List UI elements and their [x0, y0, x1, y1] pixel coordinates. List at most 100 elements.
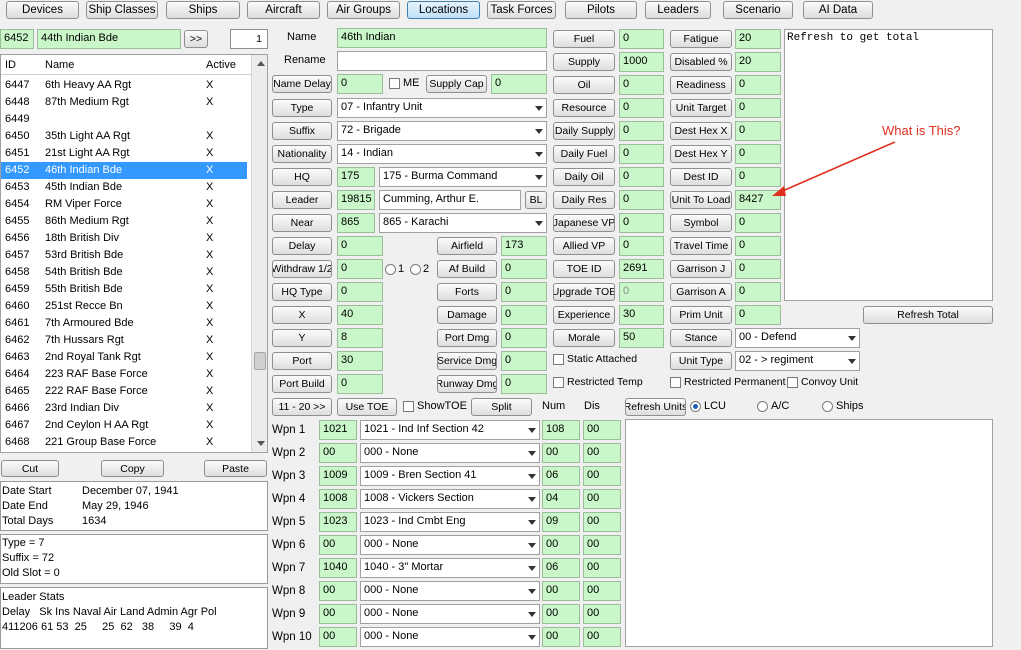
- garrison-j-field[interactable]: 0: [735, 259, 781, 279]
- experience-field[interactable]: 30: [619, 305, 664, 325]
- weapon-dis-field[interactable]: 00: [583, 443, 621, 463]
- port-build-button[interactable]: Port Build: [272, 375, 332, 393]
- hq-field[interactable]: 175: [337, 167, 375, 187]
- nationality-button[interactable]: Nationality: [272, 145, 332, 163]
- supply-cap-field[interactable]: 0: [491, 74, 547, 94]
- type-select[interactable]: 07 - Infantry Unit: [337, 98, 547, 118]
- withdraw-radio-1[interactable]: [385, 264, 396, 275]
- daily-res-button[interactable]: Daily Res: [553, 191, 615, 209]
- refresh-units-button[interactable]: Refresh Units: [625, 398, 686, 416]
- refresh-total-button[interactable]: Refresh Total: [863, 306, 993, 324]
- disabled--button[interactable]: Disabled %: [670, 53, 732, 71]
- weapon-select[interactable]: 1023 - Ind Cmbt Eng: [360, 512, 540, 532]
- weapon-num-field[interactable]: 06: [542, 466, 580, 486]
- symbol-field[interactable]: 0: [735, 213, 781, 233]
- stance-button[interactable]: Stance: [670, 329, 732, 347]
- readiness-button[interactable]: Readiness: [670, 76, 732, 94]
- list-item[interactable]: 6455 86th Medium Rgt X: [1, 213, 247, 230]
- weapon-id-field[interactable]: 1040: [319, 558, 357, 578]
- delay-field[interactable]: 0: [337, 236, 383, 256]
- prim-unit-button[interactable]: Prim Unit: [670, 306, 732, 324]
- show-toe-checkbox[interactable]: [403, 401, 414, 412]
- list-item[interactable]: 6454 RM Viper Force X: [1, 196, 247, 213]
- list-item[interactable]: 6450 35th Light AA Rgt X: [1, 128, 247, 145]
- fatigue-button[interactable]: Fatigue: [670, 30, 732, 48]
- supply-button[interactable]: Supply: [553, 53, 615, 71]
- suffix-select[interactable]: 72 - Brigade: [337, 121, 547, 141]
- tab-leaders[interactable]: Leaders: [645, 1, 711, 19]
- unit-target-button[interactable]: Unit Target: [670, 99, 732, 117]
- me-checkbox[interactable]: [389, 78, 400, 89]
- x-button[interactable]: X: [272, 306, 332, 324]
- restricted-temp-checkbox[interactable]: [553, 377, 564, 388]
- weapon-num-field[interactable]: 00: [542, 581, 580, 601]
- fatigue-field[interactable]: 20: [735, 29, 781, 49]
- list-item[interactable]: 6468 221 Group Base Force X: [1, 434, 247, 451]
- weapon-dis-field[interactable]: 00: [583, 627, 621, 647]
- airfield-field[interactable]: 173: [501, 236, 547, 256]
- damage-field[interactable]: 0: [501, 305, 547, 325]
- oil-button[interactable]: Oil: [553, 76, 615, 94]
- weapon-num-field[interactable]: 00: [542, 535, 580, 555]
- weapon-select[interactable]: 1008 - Vickers Section: [360, 489, 540, 509]
- runway-dmg-button[interactable]: Runway Dmg: [437, 375, 497, 393]
- withdraw-field[interactable]: 0: [337, 259, 383, 279]
- list-item[interactable]: 6456 18th British Div X: [1, 230, 247, 247]
- japanese-vp-button[interactable]: Japanese VP: [553, 214, 615, 232]
- tab-pilots[interactable]: Pilots: [565, 1, 637, 19]
- ac-radio[interactable]: [757, 401, 768, 412]
- weapon-num-field[interactable]: 00: [542, 604, 580, 624]
- list-scrollbar[interactable]: [251, 55, 267, 452]
- withdraw-button[interactable]: Withdraw 1/2: [272, 260, 332, 278]
- weapon-select[interactable]: 000 - None: [360, 627, 540, 647]
- list-item[interactable]: 6453 45th Indian Bde X: [1, 179, 247, 196]
- weapon-dis-field[interactable]: 00: [583, 489, 621, 509]
- unit-id-field[interactable]: 6452: [0, 29, 34, 49]
- af-build-button[interactable]: Af Build: [437, 260, 497, 278]
- paste-button[interactable]: Paste: [204, 460, 267, 477]
- list-item[interactable]: 6448 87th Medium Rgt X: [1, 94, 247, 111]
- toe-id-field[interactable]: 2691: [619, 259, 664, 279]
- dest-hex-y-button[interactable]: Dest Hex Y: [670, 145, 732, 163]
- morale-field[interactable]: 50: [619, 328, 664, 348]
- garrison-a-button[interactable]: Garrison A: [670, 283, 732, 301]
- fuel-field[interactable]: 0: [619, 29, 664, 49]
- hq-button[interactable]: HQ: [272, 168, 332, 186]
- weapon-id-field[interactable]: 00: [319, 627, 357, 647]
- tab-ai-data[interactable]: AI Data: [803, 1, 873, 19]
- symbol-button[interactable]: Symbol: [670, 214, 732, 232]
- unit-to-load-button[interactable]: Unit To Load: [670, 191, 732, 209]
- suffix-button[interactable]: Suffix: [272, 122, 332, 140]
- x-field[interactable]: 40: [337, 305, 383, 325]
- convoy-unit-checkbox[interactable]: [787, 377, 798, 388]
- weapon-num-field[interactable]: 108: [542, 420, 580, 440]
- y-field[interactable]: 8: [337, 328, 383, 348]
- units-panel[interactable]: [625, 419, 993, 647]
- weapon-select[interactable]: 000 - None: [360, 604, 540, 624]
- weapon-num-field[interactable]: 06: [542, 558, 580, 578]
- tab-task-forces[interactable]: Task Forces: [487, 1, 556, 19]
- weapon-id-field[interactable]: 1009: [319, 466, 357, 486]
- toe-id-button[interactable]: TOE ID: [553, 260, 615, 278]
- damage-button[interactable]: Damage: [437, 306, 497, 324]
- y-button[interactable]: Y: [272, 329, 332, 347]
- near-select[interactable]: 865 - Karachi: [379, 213, 547, 233]
- list-item[interactable]: 6465 222 RAF Base Force X: [1, 383, 247, 400]
- travel-time-field[interactable]: 0: [735, 236, 781, 256]
- list-item[interactable]: 6457 53rd British Bde X: [1, 247, 247, 264]
- type-button[interactable]: Type: [272, 99, 332, 117]
- tab-aircraft[interactable]: Aircraft: [247, 1, 320, 19]
- weapon-id-field[interactable]: 00: [319, 604, 357, 624]
- leader-name-field[interactable]: Cumming, Arthur E.: [379, 190, 521, 210]
- unit-list[interactable]: ID Name Active 6447 6th Heavy AA Rgt X 6448…: [0, 54, 268, 453]
- port-field[interactable]: 30: [337, 351, 383, 371]
- japanese-vp-field[interactable]: 0: [619, 213, 664, 233]
- scroll-thumb[interactable]: [254, 352, 266, 370]
- list-item[interactable]: 6449: [1, 111, 247, 128]
- disabled--field[interactable]: 20: [735, 52, 781, 72]
- weapon-select[interactable]: 1021 - Ind Inf Section 42: [360, 420, 540, 440]
- weapon-dis-field[interactable]: 00: [583, 535, 621, 555]
- unit-type-button[interactable]: Unit Type: [670, 352, 732, 370]
- hq-type-button[interactable]: HQ Type: [272, 283, 332, 301]
- near-field[interactable]: 865: [337, 213, 375, 233]
